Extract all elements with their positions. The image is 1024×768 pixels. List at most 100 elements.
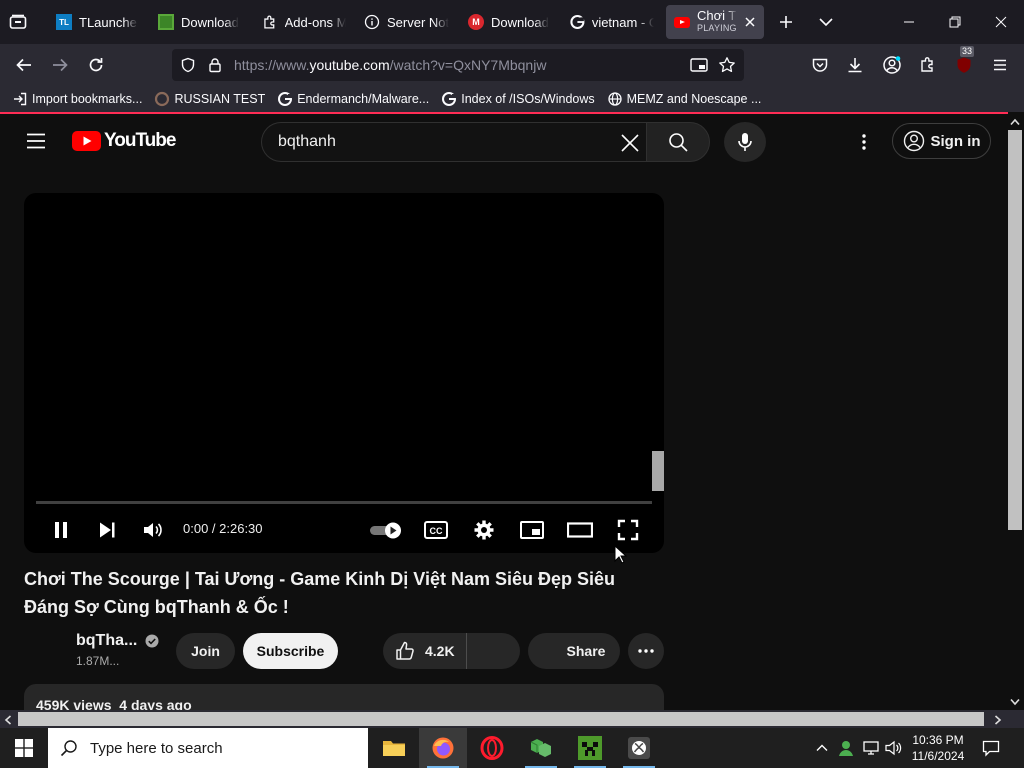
picture-in-picture-icon[interactable] xyxy=(690,57,708,73)
close-tab-icon[interactable] xyxy=(744,16,756,28)
youtube-logo[interactable]: YouTube xyxy=(72,130,176,152)
downloads-icon[interactable] xyxy=(840,50,870,80)
network-icon[interactable] xyxy=(862,739,880,757)
tab-youtube-active[interactable]: Chơi The PLAYING xyxy=(666,5,764,39)
back-arrow-icon[interactable] xyxy=(9,50,39,80)
bookmarks-toolbar: Import bookmarks... RUSSIAN TEST Enderma… xyxy=(0,86,1024,112)
close-window-icon[interactable] xyxy=(978,0,1024,44)
taskbar-minecraft[interactable] xyxy=(566,728,614,768)
minimize-icon[interactable] xyxy=(886,0,932,44)
youtube-play-logo-icon xyxy=(72,131,101,151)
join-button[interactable]: Join xyxy=(176,633,235,669)
show-hidden-icons-chevron-icon[interactable] xyxy=(814,740,830,756)
svg-text:CC: CC xyxy=(430,526,443,536)
video-player[interactable]: 0:00 / 2:26:30 CC xyxy=(24,193,664,553)
like-button[interactable]: 4.2K xyxy=(383,633,467,669)
vertical-scroll-thumb[interactable] xyxy=(1008,130,1022,530)
bookmark-russian-test[interactable]: RUSSIAN TEST xyxy=(154,91,265,107)
horizontal-scroll-thumb[interactable] xyxy=(18,712,984,726)
tab-download-1[interactable]: Download xyxy=(150,5,250,39)
guide-menu-icon[interactable] xyxy=(26,131,46,151)
fullscreen-icon xyxy=(617,519,639,541)
bookmark-import[interactable]: Import bookmarks... xyxy=(12,91,142,107)
tab-addons[interactable]: Add-ons M xyxy=(254,5,354,39)
speaker-icon[interactable] xyxy=(885,739,903,757)
reload-icon[interactable] xyxy=(81,50,111,80)
new-tab-icon[interactable] xyxy=(776,12,796,32)
scroll-right-arrow-icon[interactable] xyxy=(994,715,1002,725)
more-actions-button[interactable] xyxy=(628,633,664,669)
search-input[interactable]: bqthanh xyxy=(261,122,647,162)
taskbar-minecraft-launcher[interactable] xyxy=(517,728,565,768)
mega-icon: M xyxy=(468,14,484,30)
dislike-button[interactable] xyxy=(467,633,519,669)
url-text[interactable]: https://www.youtube.com/watch?v=QxNY7Mbq… xyxy=(234,57,546,73)
tab-tlauncher[interactable]: TL TLauncher xyxy=(48,5,146,39)
next-button[interactable] xyxy=(92,515,122,545)
taskbar-xbox-app[interactable] xyxy=(615,728,663,768)
pause-button[interactable] xyxy=(46,515,76,545)
action-center-notification-icon[interactable] xyxy=(982,739,1000,757)
voice-search-button[interactable] xyxy=(724,122,766,162)
volume-icon xyxy=(144,523,162,537)
scroll-left-arrow-icon[interactable] xyxy=(4,715,12,725)
bookmark-favicon xyxy=(155,91,170,107)
taskbar-file-explorer[interactable] xyxy=(370,728,418,768)
miniplayer-button[interactable] xyxy=(517,515,547,545)
sign-in-button[interactable]: Sign in xyxy=(892,123,991,159)
bookmark-star-icon[interactable] xyxy=(718,56,736,74)
taskbar-search-box[interactable]: Type here to search xyxy=(48,728,368,768)
restore-icon[interactable] xyxy=(932,0,978,44)
scroll-up-arrow-icon[interactable] xyxy=(1010,118,1020,126)
bookmark-isos[interactable]: Index of /ISOs/Windows xyxy=(441,91,595,107)
skip-next-icon xyxy=(100,522,115,538)
share-button[interactable]: Share xyxy=(528,633,620,669)
hamburger-menu-icon[interactable] xyxy=(985,50,1015,80)
address-bar[interactable]: https://www.youtube.com/watch?v=QxNY7Mbq… xyxy=(172,49,744,81)
forward-arrow-icon[interactable] xyxy=(45,50,75,80)
lock-icon[interactable] xyxy=(207,57,223,73)
fullscreen-button[interactable] xyxy=(613,515,643,545)
taskbar-firefox[interactable] xyxy=(419,728,467,768)
progress-bar[interactable] xyxy=(36,501,652,504)
tracking-shield-icon[interactable] xyxy=(180,57,196,73)
firefox-view-icon[interactable] xyxy=(8,12,28,32)
bookmark-endermanch[interactable]: Endermanch/Malware... xyxy=(277,91,429,107)
miniplayer-icon xyxy=(520,521,544,539)
youtube-page: YouTube bqthanh Sign in 0:00 / 2:26:30 C… xyxy=(0,114,1006,710)
tab-server-not[interactable]: Server Not xyxy=(356,5,458,39)
list-tabs-chevron-icon[interactable] xyxy=(816,12,836,32)
navigation-toolbar: https://www.youtube.com/watch?v=QxNY7Mbq… xyxy=(0,44,1024,86)
scroll-down-arrow-icon[interactable] xyxy=(1010,698,1020,706)
more-options-icon[interactable] xyxy=(855,132,873,152)
ublock-extension-icon[interactable]: 33 xyxy=(949,46,979,80)
theater-mode-button[interactable] xyxy=(565,515,595,545)
start-button[interactable] xyxy=(0,728,48,768)
windows-taskbar: Type here to search 10:36 PM 11/6/2024 xyxy=(0,728,1024,768)
description-box[interactable]: 459K views 4 days ago xyxy=(24,684,664,710)
taskbar-opera[interactable] xyxy=(468,728,516,768)
bookmark-memz[interactable]: MEMZ and Noescape ... xyxy=(607,91,761,107)
search-button[interactable] xyxy=(646,122,710,162)
tab-download-2[interactable]: M Download xyxy=(460,5,560,39)
settings-button[interactable] xyxy=(469,515,499,545)
views-and-date: 459K views 4 days ago xyxy=(36,697,192,710)
extensions-puzzle-icon[interactable] xyxy=(913,50,943,80)
volume-button[interactable] xyxy=(138,515,168,545)
people-tray-icon[interactable] xyxy=(837,739,855,757)
search-icon xyxy=(669,133,688,152)
channel-name[interactable]: bqTha... xyxy=(76,632,159,650)
subtitles-button[interactable]: CC xyxy=(421,515,451,545)
account-icon[interactable] xyxy=(877,50,907,80)
windows-logo-icon xyxy=(15,739,33,757)
xbox-icon xyxy=(628,737,650,759)
pocket-icon[interactable] xyxy=(805,50,835,80)
subscribe-button[interactable]: Subscribe xyxy=(243,633,338,669)
tab-vietnam[interactable]: vietnam - G xyxy=(562,5,662,39)
system-clock[interactable]: 10:36 PM 11/6/2024 xyxy=(908,732,968,764)
end-card-tab[interactable] xyxy=(652,451,664,491)
share-label: Share xyxy=(566,643,606,659)
clear-search-icon[interactable] xyxy=(620,133,640,153)
tab-playing-label: PLAYING xyxy=(697,23,737,33)
autoplay-toggle[interactable] xyxy=(368,515,404,545)
